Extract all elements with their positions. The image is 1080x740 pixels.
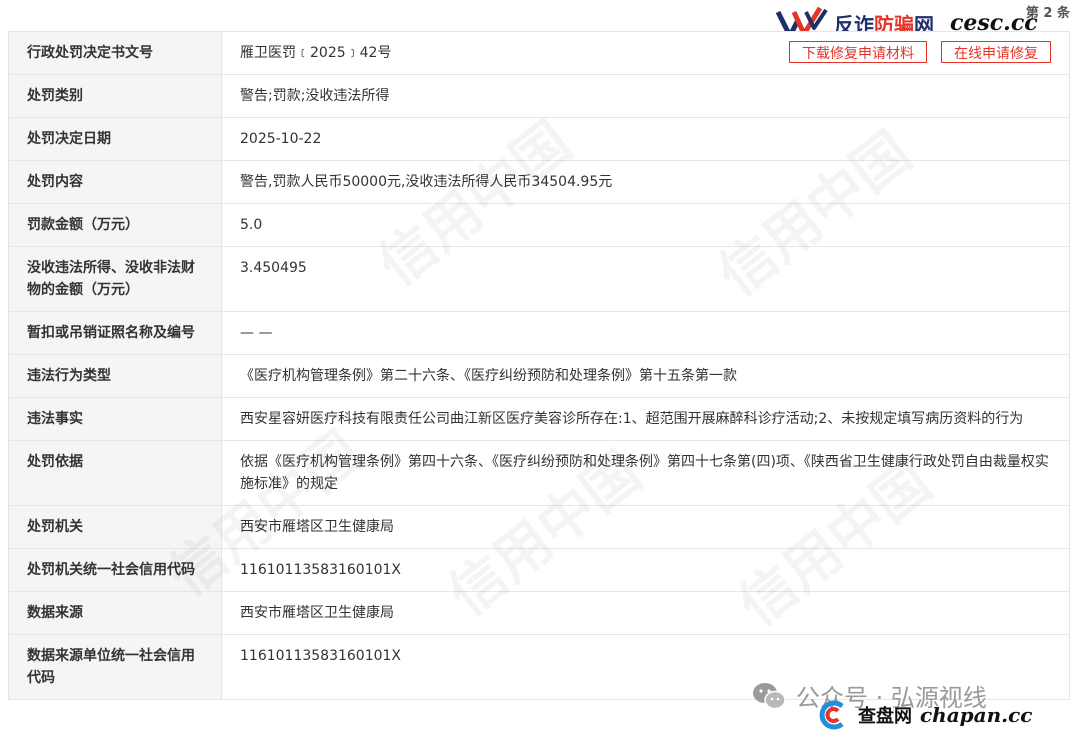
table-row: 处罚类别 警告;罚款;没收违法所得	[8, 74, 1070, 118]
field-label: 处罚机关	[8, 505, 222, 549]
penalty-info-table: 行政处罚决定书文号 雁卫医罚﹝2025﹞42号 下载修复申请材料 在线申请修复处罚类别…	[8, 31, 1070, 700]
chapan-logo-icon	[819, 700, 844, 730]
table-row: 处罚决定日期 2025-10-22	[8, 117, 1070, 161]
table-row: 处罚依据 依据《医疗机构管理条例》第四十六条、《医疗纠纷预防和处理条例》第四十七条…	[8, 440, 1070, 506]
field-label: 违法行为类型	[8, 354, 222, 398]
field-label: 处罚依据	[8, 440, 222, 506]
download-repair-materials-button[interactable]: 下载修复申请材料	[789, 41, 927, 63]
field-value-text: 西安市雁塔区卫生健康局	[240, 519, 394, 535]
field-value: 西安市雁塔区卫生健康局	[221, 591, 1070, 635]
field-label: 数据来源	[8, 591, 222, 635]
field-value-text: 依据《医疗机构管理条例》第四十六条、《医疗纠纷预防和处理条例》第四十七条第(四)…	[240, 454, 1049, 492]
field-value: 西安星容妍医疗科技有限责任公司曲江新区医疗美容诊所存在:1、超范围开展麻醉科诊疗…	[221, 397, 1070, 441]
field-value-text: 西安星容妍医疗科技有限责任公司曲江新区医疗美容诊所存在:1、超范围开展麻醉科诊疗…	[240, 411, 1024, 427]
field-value-text: 5.0	[240, 217, 263, 233]
field-value: 2025-10-22	[221, 117, 1070, 161]
table-row: 违法行为类型 《医疗机构管理条例》第二十六条、《医疗纠纷预防和处理条例》第十五条第…	[8, 354, 1070, 398]
field-value-text: — —	[240, 325, 273, 341]
field-label: 处罚机关统一社会信用代码	[8, 548, 222, 592]
field-value: 西安市雁塔区卫生健康局	[221, 505, 1070, 549]
table-row: 数据来源 西安市雁塔区卫生健康局	[8, 591, 1070, 635]
field-value-text: 3.450495	[240, 260, 307, 276]
field-value-text: 《医疗机构管理条例》第二十六条、《医疗纠纷预防和处理条例》第十五条第一款	[240, 368, 737, 384]
field-value: 警告,罚款人民币50000元,没收违法所得人民币34504.95元	[221, 160, 1070, 204]
field-value: 《医疗机构管理条例》第二十六条、《医疗纠纷预防和处理条例》第十五条第一款	[221, 354, 1070, 398]
field-value-text: 警告,罚款人民币50000元,没收违法所得人民币34504.95元	[240, 174, 613, 190]
field-value: — —	[221, 311, 1070, 355]
field-value: 警告;罚款;没收违法所得	[221, 74, 1070, 118]
field-value: 11610113583160101X	[221, 548, 1070, 592]
field-label: 罚款金额（万元）	[8, 203, 222, 247]
brand-bottom-domain: chapan.cc	[920, 703, 1033, 727]
table-row: 处罚机关 西安市雁塔区卫生健康局	[8, 505, 1070, 549]
field-value: 依据《医疗机构管理条例》第四十六条、《医疗纠纷预防和处理条例》第四十七条第(四)…	[221, 440, 1070, 506]
table-row: 行政处罚决定书文号 雁卫医罚﹝2025﹞42号 下载修复申请材料 在线申请修复	[8, 31, 1070, 75]
field-value: 5.0	[221, 203, 1070, 247]
table-row: 罚款金额（万元） 5.0	[8, 203, 1070, 247]
field-value-text: 西安市雁塔区卫生健康局	[240, 605, 394, 621]
online-repair-application-button[interactable]: 在线申请修复	[941, 41, 1051, 63]
repair-actions: 下载修复申请材料 在线申请修复	[789, 41, 1051, 63]
field-label: 数据来源单位统一社会信用代码	[8, 634, 222, 700]
table-row: 暂扣或吊销证照名称及编号 — —	[8, 311, 1070, 355]
field-value-text: 11610113583160101X	[240, 562, 402, 578]
field-value: 3.450495	[221, 246, 1070, 312]
field-label: 没收违法所得、没收非法财物的金额（万元）	[8, 246, 222, 312]
brand-logo-bottom: 查盘网 chapan.cc	[816, 700, 1032, 730]
table-row: 处罚内容 警告,罚款人民币50000元,没收违法所得人民币34504.95元	[8, 160, 1070, 204]
field-label: 行政处罚决定书文号	[8, 31, 222, 75]
table-row: 处罚机关统一社会信用代码 11610113583160101X	[8, 548, 1070, 592]
wechat-icon	[753, 682, 786, 709]
field-value-text: 11610113583160101X	[240, 648, 402, 664]
table-row: 违法事实 西安星容妍医疗科技有限责任公司曲江新区医疗美容诊所存在:1、超范围开展麻…	[8, 397, 1070, 441]
field-label: 处罚决定日期	[8, 117, 222, 161]
field-value-text: 警告;罚款;没收违法所得	[240, 88, 390, 104]
field-value-text: 雁卫医罚﹝2025﹞42号	[240, 45, 392, 61]
field-label: 暂扣或吊销证照名称及编号	[8, 311, 222, 355]
field-value: 雁卫医罚﹝2025﹞42号 下载修复申请材料 在线申请修复	[221, 31, 1070, 75]
field-label: 违法事实	[8, 397, 222, 441]
brand-bottom-name: 查盘网	[858, 706, 912, 727]
field-label: 处罚内容	[8, 160, 222, 204]
table-row: 没收违法所得、没收非法财物的金额（万元） 3.450495	[8, 246, 1070, 312]
field-value-text: 2025-10-22	[240, 131, 322, 147]
field-label: 处罚类别	[8, 74, 222, 118]
